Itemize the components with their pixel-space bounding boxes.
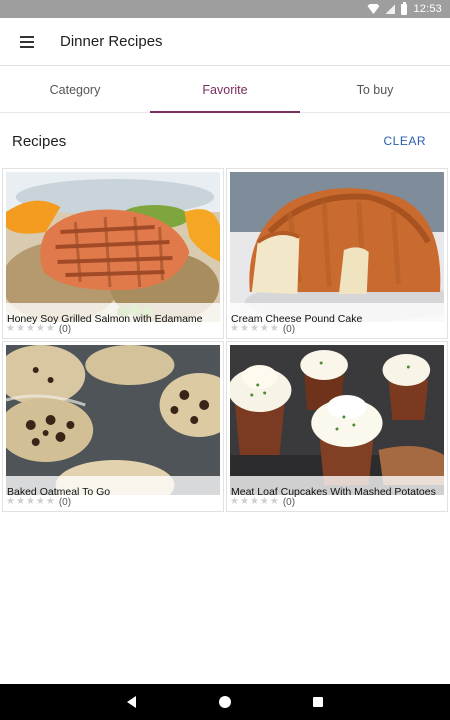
tab-to-buy[interactable]: To buy [300, 67, 450, 112]
recents-button[interactable] [298, 687, 338, 717]
recipe-image-meatloaf-cupcakes [230, 345, 444, 495]
star-icon: ★ [249, 323, 259, 334]
recipe-image-pound-cake [230, 172, 444, 322]
star-icon: ★ [230, 323, 239, 334]
star-icon: ★ [15, 496, 25, 507]
star-icon: ★ [45, 323, 55, 334]
status-time: 12:53 [413, 3, 442, 15]
recipe-card[interactable]: Cream Cheese Pound Cake ★ ★ ★ ★ ★ (0) [226, 168, 448, 339]
clear-button[interactable]: CLEAR [383, 134, 426, 148]
back-button[interactable] [112, 687, 152, 717]
battery-icon [401, 1, 408, 15]
star-icon: ★ [45, 496, 55, 507]
recipe-grid: Honey Soy Grilled Salmon with Edamame ★ … [2, 168, 448, 512]
star-icon: ★ [35, 323, 45, 334]
star-icon: ★ [259, 323, 269, 334]
star-icon: ★ [6, 323, 15, 334]
recipe-image-oatmeal [6, 345, 220, 495]
rating-count: (0) [282, 496, 296, 508]
status-bar: 12:53 [0, 0, 450, 18]
section-title: Recipes [12, 132, 67, 150]
rating-count: (0) [282, 323, 296, 335]
hamburger-menu-icon[interactable] [3, 18, 51, 66]
star-icon: ★ [15, 323, 25, 334]
tab-category[interactable]: Category [0, 67, 150, 112]
star-icon: ★ [25, 323, 35, 334]
star-icon: ★ [239, 496, 249, 507]
signal-icon [385, 4, 396, 14]
wifi-icon [367, 4, 380, 14]
star-icon: ★ [230, 496, 239, 507]
star-icon: ★ [269, 496, 279, 507]
home-button[interactable] [205, 687, 245, 717]
tab-favorite[interactable]: Favorite [150, 67, 300, 113]
recipe-image-salmon [6, 172, 220, 322]
tab-bar: Category Favorite To buy [0, 67, 450, 113]
app-bar: Dinner Recipes [0, 18, 450, 66]
rating: ★ ★ ★ ★ ★ (0) [230, 322, 295, 336]
recents-icon [313, 697, 324, 707]
rating: ★ ★ ★ ★ ★ (0) [6, 322, 71, 336]
star-icon: ★ [25, 496, 35, 507]
system-nav-bar [0, 684, 450, 720]
recipe-card[interactable]: Honey Soy Grilled Salmon with Edamame ★ … [2, 168, 224, 339]
section-header: Recipes CLEAR [0, 124, 450, 158]
recipe-card[interactable]: Baked Oatmeal To Go ★ ★ ★ ★ ★ (0) [2, 341, 224, 512]
rating-count: (0) [58, 496, 72, 508]
recipe-card[interactable]: Meat Loaf Cupcakes With Mashed Potatoes … [226, 341, 448, 512]
back-icon [127, 696, 137, 708]
star-icon: ★ [259, 496, 269, 507]
star-icon: ★ [239, 323, 249, 334]
star-icon: ★ [269, 323, 279, 334]
app-title: Dinner Recipes [60, 33, 163, 50]
star-icon: ★ [6, 496, 15, 507]
rating: ★ ★ ★ ★ ★ (0) [6, 495, 71, 509]
rating: ★ ★ ★ ★ ★ (0) [230, 495, 295, 509]
home-icon [218, 696, 231, 708]
rating-count: (0) [58, 323, 72, 335]
star-icon: ★ [249, 496, 259, 507]
star-icon: ★ [35, 496, 45, 507]
